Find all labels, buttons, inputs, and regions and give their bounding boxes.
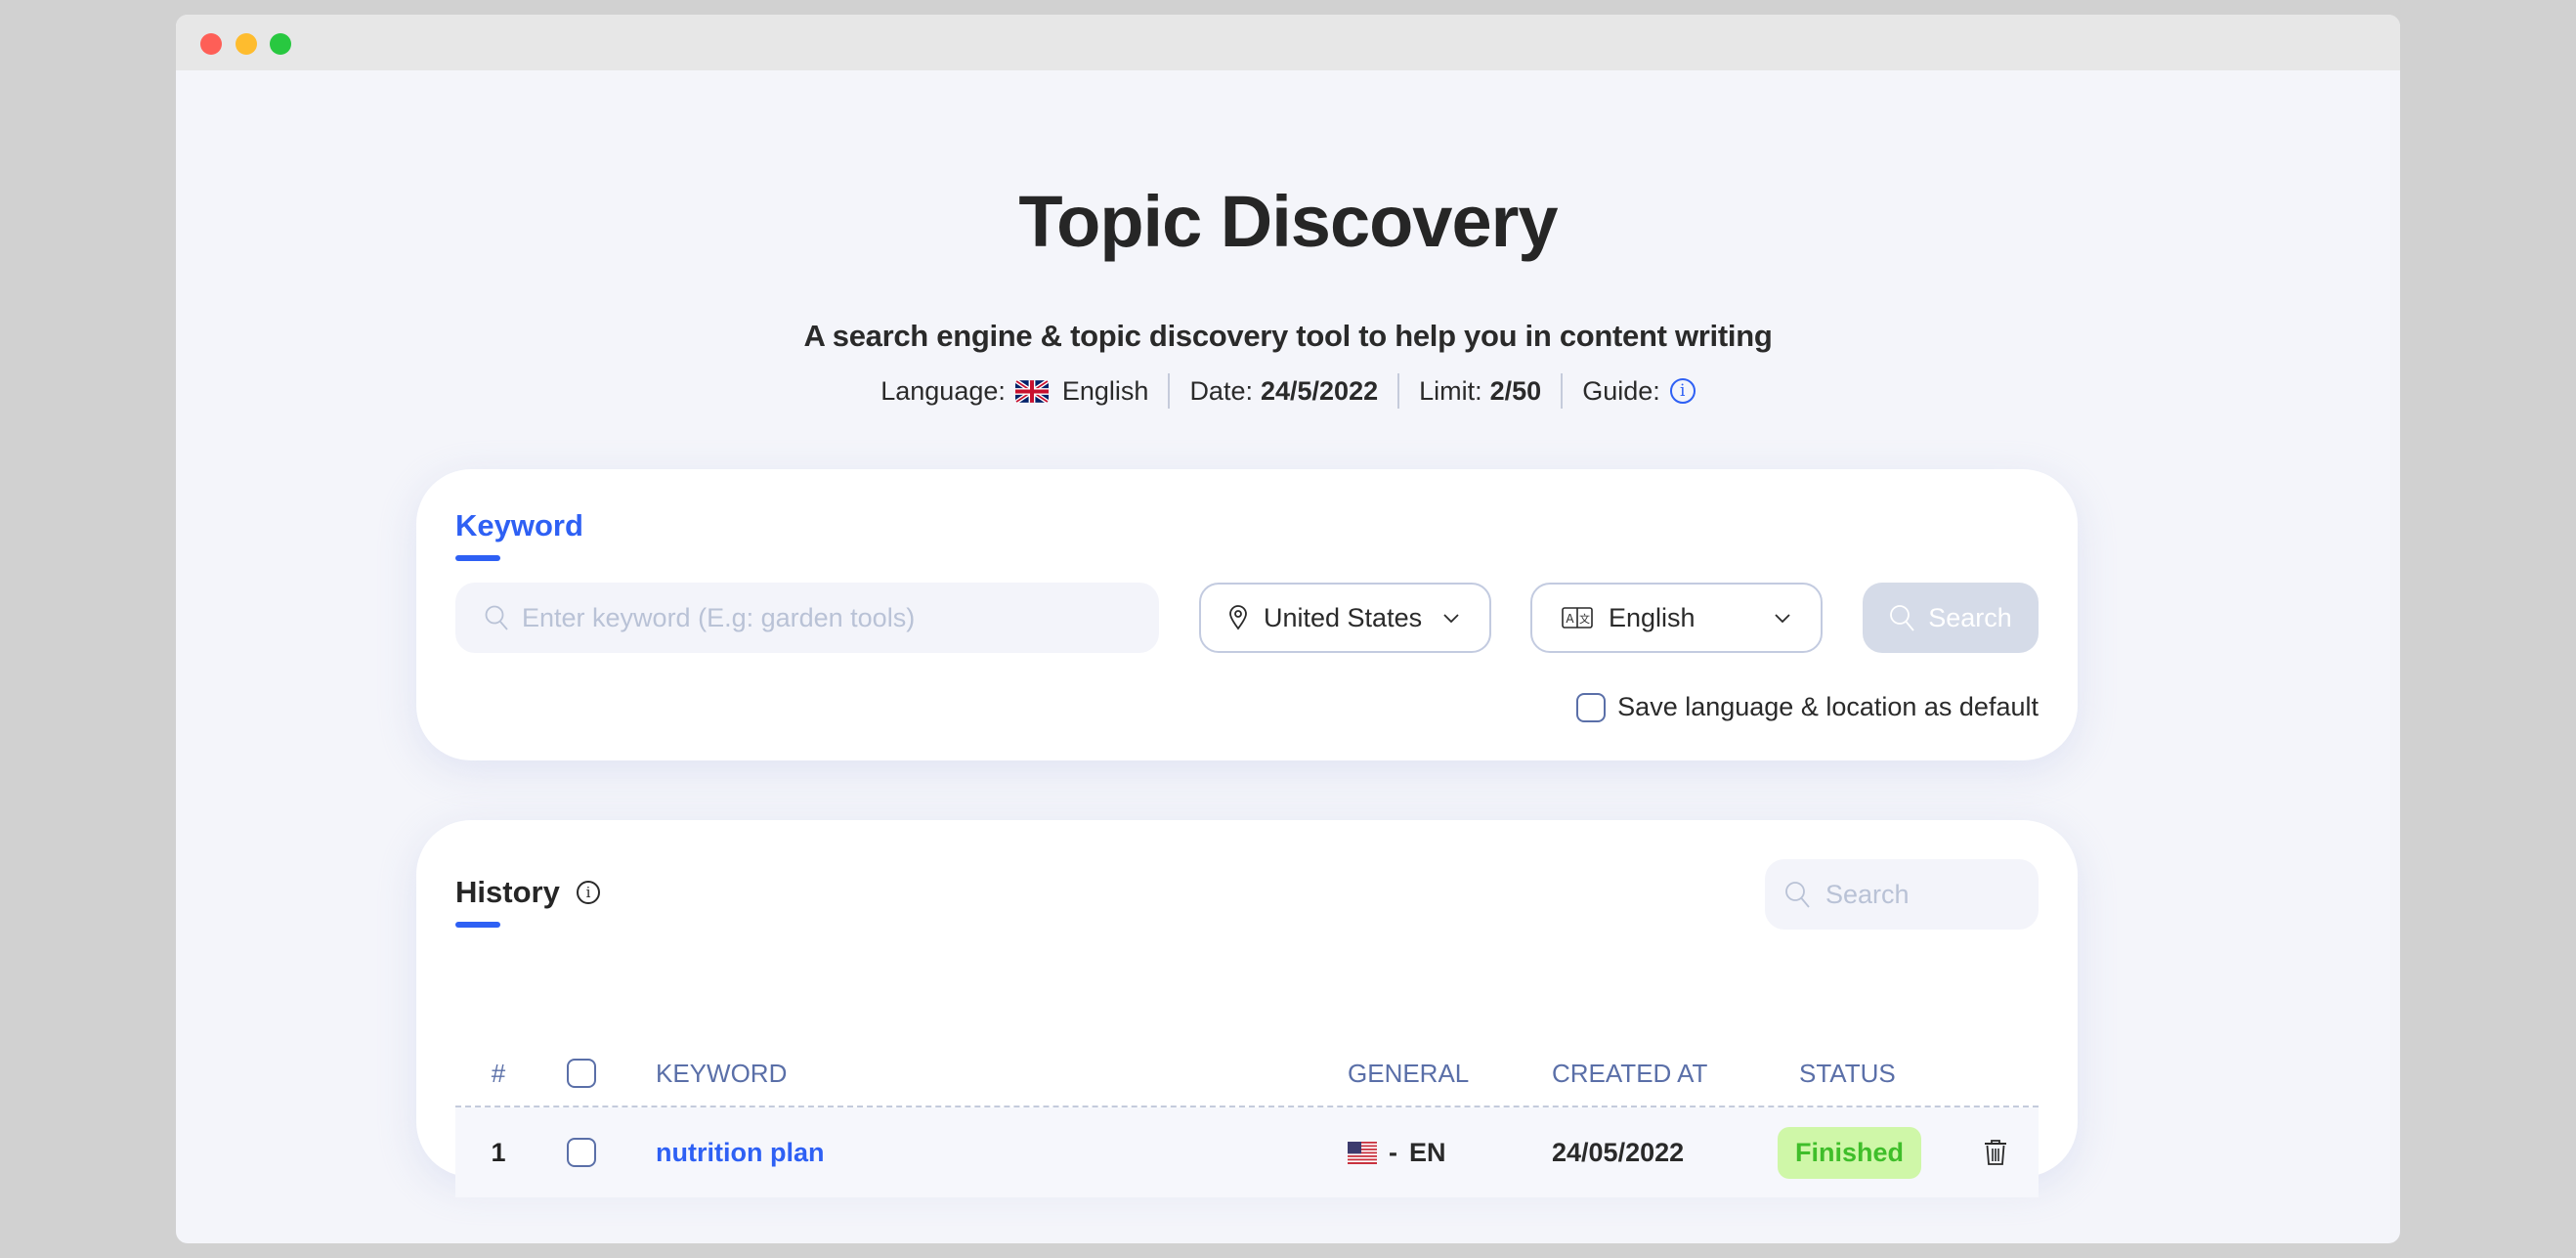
location-select-value: United States (1264, 602, 1423, 632)
title-bar (176, 15, 2400, 70)
trash-icon[interactable] (1984, 1139, 2007, 1166)
meta-guide: Guide: i (1561, 373, 1715, 409)
save-default-label: Save language & location as default (1617, 692, 2039, 721)
row-index: 1 (491, 1137, 506, 1167)
language-label: Language: (880, 375, 1006, 406)
limit-label: Limit: (1419, 375, 1482, 406)
history-table-header: # KEYWORD GENERAL CREATED AT STATUS (455, 1041, 2039, 1107)
page-title: Topic Discovery (1018, 181, 1558, 262)
maximize-window-button[interactable] (270, 33, 291, 55)
row-general-cell: - EN (1348, 1107, 1446, 1197)
guide-label: Guide: (1582, 375, 1660, 406)
page-content: Topic Discovery A search engine & topic … (176, 70, 2400, 1243)
svg-text:文: 文 (1579, 612, 1590, 626)
column-header-status[interactable]: STATUS (1799, 1041, 1896, 1106)
close-window-button[interactable] (200, 33, 222, 55)
row-select-cell (567, 1107, 596, 1197)
date-value: 24/5/2022 (1260, 375, 1379, 406)
column-header-created-at[interactable]: CREATED AT (1552, 1041, 1707, 1106)
language-select[interactable]: A 文 English (1530, 583, 1823, 653)
translate-icon: A 文 (1562, 607, 1593, 629)
keyword-input[interactable] (522, 602, 1159, 633)
history-info-icon[interactable]: i (577, 881, 600, 904)
save-default-checkbox-row[interactable]: Save language & location as default (1576, 692, 2039, 722)
language-select-value: English (1609, 602, 1696, 632)
meta-info-bar: Language: English Date: 24/5/2022 Limit:… (176, 373, 2400, 409)
save-default-checkbox[interactable] (1576, 692, 1607, 722)
history-card: History i # KEYWORD GENERAL CREATED AT S… (416, 820, 2078, 1197)
search-icon (485, 605, 508, 630)
page-subtitle: A search engine & topic discovery tool t… (803, 319, 1773, 353)
status-badge: Finished (1778, 1126, 1922, 1179)
search-button-label: Search (1928, 602, 2012, 632)
language-value: English (1061, 375, 1149, 406)
row-created-at: 24/05/2022 (1552, 1107, 1684, 1197)
limit-value: 2/50 (1489, 375, 1542, 406)
location-select[interactable]: United States (1199, 583, 1491, 653)
tab-keyword-underline (455, 555, 500, 561)
meta-limit: Limit: 2/50 (1397, 373, 1561, 409)
column-header-keyword[interactable]: KEYWORD (656, 1041, 787, 1106)
row-created-at-value: 24/05/2022 (1552, 1137, 1685, 1167)
column-header-general[interactable]: GENERAL (1348, 1041, 1469, 1106)
history-title-underline (455, 922, 500, 928)
select-all-checkbox[interactable] (567, 1059, 596, 1088)
chevron-down-icon (1443, 614, 1459, 624)
minimize-window-button[interactable] (236, 33, 257, 55)
row-general-language: EN (1409, 1137, 1446, 1167)
chevron-down-icon (1775, 614, 1790, 624)
search-button[interactable]: Search (1863, 583, 2039, 653)
column-header-select-all (567, 1041, 596, 1106)
date-label: Date: (1189, 375, 1253, 406)
us-flag-icon (1348, 1141, 1377, 1164)
meta-date: Date: 24/5/2022 (1168, 373, 1397, 409)
history-search-input[interactable] (1825, 879, 2039, 910)
map-pin-icon (1229, 605, 1247, 630)
row-keyword-link[interactable]: nutrition plan (656, 1138, 824, 1168)
history-search-wrapper (1765, 859, 2039, 930)
row-action-cell (1984, 1107, 2007, 1197)
meta-language: Language: English (861, 373, 1168, 409)
search-icon (1785, 882, 1810, 908)
row-checkbox[interactable] (567, 1138, 596, 1167)
app-window: Topic Discovery A search engine & topic … (176, 15, 2400, 1243)
column-header-index: # (491, 1058, 506, 1088)
keyword-card: Keyword United States (416, 469, 2078, 760)
row-status-cell: Finished (1778, 1107, 1922, 1197)
row-general-separator: - (1389, 1137, 1397, 1167)
guide-info-icon[interactable]: i (1669, 378, 1696, 404)
search-icon (1890, 605, 1914, 631)
svg-text:A: A (1566, 612, 1574, 626)
tab-keyword[interactable]: Keyword (455, 508, 583, 543)
table-row: 1 nutrition plan - EN 24/05/2022 Finishe… (455, 1107, 2039, 1197)
uk-flag-icon (1014, 378, 1049, 404)
keyword-input-wrapper (455, 583, 1159, 653)
row-keyword-cell: nutrition plan (656, 1107, 824, 1197)
history-title: History (455, 875, 560, 909)
